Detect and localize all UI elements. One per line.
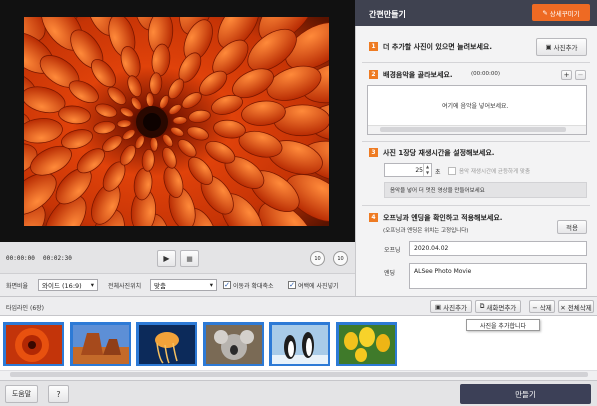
step-1-text: 더 추가할 사진이 있으면 늘려보세요.: [383, 43, 493, 51]
total-time: 00:02:30: [43, 255, 72, 262]
ratio-label: 화면비율: [6, 283, 29, 290]
stop-button[interactable]: ■: [180, 250, 199, 267]
magic-wand-icon: ✎: [542, 8, 548, 17]
chevron-down-icon: ▾: [209, 281, 213, 289]
current-time: 00:00:00: [6, 255, 35, 262]
play-button[interactable]: ▶: [157, 250, 176, 267]
margin-photo-label: 여백에 사진넣기: [298, 283, 339, 290]
panel-title: 간편만들기: [369, 10, 406, 19]
music-empty-text: 여기에 음악을 넣어보세요.: [442, 103, 509, 110]
music-duration: (00:00:00): [471, 71, 500, 77]
screen-icon: ⧉: [479, 302, 485, 310]
rewind-icon: 10: [314, 255, 321, 262]
move-zoom-label: 이동과 확대축소: [233, 283, 274, 290]
add-photo-button[interactable]: ▣ 사진추가: [536, 38, 587, 56]
delete-button[interactable]: − 삭제: [529, 300, 555, 313]
ending-label: 엔딩: [384, 270, 396, 277]
help-button[interactable]: 도움말: [5, 385, 38, 403]
detail-decorate-button[interactable]: ✎ 상세꾸미기: [532, 4, 590, 21]
rewind-10s-button[interactable]: 10: [310, 251, 325, 266]
music-hint-text: 음악을 넣어 더 멋진 영상을 만들어보세요: [390, 188, 485, 194]
forward-10s-button[interactable]: 10: [333, 251, 348, 266]
divider: [362, 62, 590, 63]
divider: [362, 141, 590, 142]
divider: [362, 205, 590, 206]
chevron-down-icon: ▾: [90, 281, 94, 289]
move-zoom-checkbox[interactable]: ✓: [223, 281, 231, 289]
timeline-thumb-koala[interactable]: [202, 322, 264, 366]
forward-icon: 10: [337, 255, 344, 262]
photo-icon: ▣: [545, 43, 552, 51]
preview-photo-dahlia: [24, 17, 329, 226]
question-icon: ?: [56, 389, 61, 399]
add-screen-button[interactable]: ⧉ 새화면추가: [475, 300, 521, 313]
question-button[interactable]: ?: [48, 385, 69, 403]
seconds-spinner[interactable]: ▲ ▼: [423, 164, 431, 176]
timeline-title: 타임라인 (6장): [6, 305, 45, 312]
apply-button[interactable]: 적용: [557, 220, 587, 234]
play-icon: ▶: [163, 254, 170, 263]
add-music-button[interactable]: +: [561, 70, 572, 80]
stop-icon: ■: [186, 254, 193, 263]
step-3-number: 3: [369, 148, 378, 157]
step-2-number: 2: [369, 70, 378, 79]
opening-input[interactable]: 2020.04.02: [409, 241, 587, 256]
video-preview: [0, 0, 355, 242]
timeline-thumb-penguins[interactable]: [269, 322, 330, 366]
make-button[interactable]: 만들기: [460, 384, 591, 404]
position-label: 전체사진위치: [108, 283, 142, 290]
timeline-thumb-desert[interactable]: [69, 322, 131, 366]
margin-photo-checkbox[interactable]: ✓: [288, 281, 296, 289]
fit-music-checkbox[interactable]: [448, 167, 456, 175]
fit-music-label: 음악 재생시간에 균등하게 맞춤: [459, 169, 531, 175]
step-1-number: 1: [369, 42, 378, 51]
timeline-thumb-tulips[interactable]: [335, 322, 397, 366]
step-3-text: 사진 1장당 재생시간을 설정해보세요.: [383, 149, 495, 157]
seconds-unit: 초: [435, 169, 441, 176]
step-4-number: 4: [369, 213, 378, 222]
remove-music-button[interactable]: −: [575, 70, 586, 80]
timeline-thumb-jellyfish[interactable]: [136, 322, 197, 366]
ratio-select[interactable]: 와이드 (16:9) ▾: [38, 279, 98, 291]
photo-icon: ▣: [434, 302, 442, 311]
timeline-thumb-dahlia[interactable]: [3, 322, 64, 366]
timeline-add-photo-button[interactable]: ▣ 사진추가: [430, 300, 472, 313]
add-photo-tooltip: 사진을 추가합니다: [466, 319, 540, 331]
ending-input[interactable]: ALSee Photo Movie: [409, 263, 587, 289]
step-4-text: 오프닝과 엔딩을 확인하고 적용해보세요.: [383, 214, 503, 222]
delete-all-button[interactable]: ✕ 전체삭제: [558, 300, 594, 313]
timeline-scroll-thumb[interactable]: [10, 372, 588, 377]
step-2-text: 배경음악을 골라보세요.: [383, 71, 453, 79]
opening-label: 오프닝: [384, 247, 401, 254]
step-4-subtext: (오프닝과 엔딩은 위치는 고정입니다): [383, 228, 469, 234]
position-select[interactable]: 맞춤 ▾: [150, 279, 217, 291]
music-scroll-thumb[interactable]: [380, 127, 566, 132]
